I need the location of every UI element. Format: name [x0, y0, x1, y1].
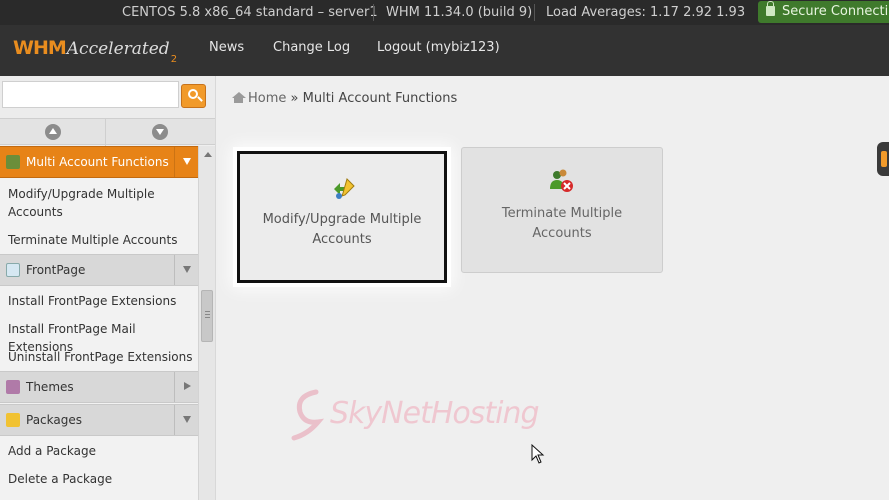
- sidebar-item-terminate-multiple-accounts[interactable]: Terminate Multiple Accounts: [8, 231, 198, 249]
- watermark-text: SkyNetHosting: [330, 396, 540, 431]
- chevron-down-icon: [174, 405, 198, 435]
- section-label: Packages: [26, 413, 82, 427]
- logo-accelerated: Accelerated: [66, 39, 170, 59]
- scroll-down-icon[interactable]: [152, 124, 168, 140]
- secure-connection-label: Secure Connection: [782, 4, 889, 19]
- sidebar-item-install-frontpage-extensions[interactable]: Install FrontPage Extensions: [8, 292, 198, 310]
- divider: [215, 76, 216, 500]
- logo-whm: WHM: [13, 37, 67, 59]
- watermark-swirl-icon: [291, 389, 325, 441]
- scroll-up-arrow-icon[interactable]: [204, 152, 212, 157]
- scrollbar-thumb[interactable]: [201, 290, 213, 342]
- chevron-down-icon: [174, 147, 198, 177]
- tile-label: Accounts: [312, 232, 372, 247]
- sidebar-section-multi-account-functions[interactable]: Multi Account Functions: [0, 146, 198, 178]
- tile-label: Accounts: [532, 226, 592, 241]
- scroll-up-icon[interactable]: [45, 124, 61, 140]
- breadcrumb-separator: »: [290, 91, 299, 106]
- search-input[interactable]: [2, 81, 179, 108]
- divider: [534, 4, 535, 21]
- os-info: CENTOS 5.8 x86_64 standard – server1: [122, 5, 378, 20]
- nav-news[interactable]: News: [209, 40, 244, 55]
- whm-logo[interactable]: WHMAccelerated2: [13, 37, 177, 67]
- watermark-logo: SkyNetHosting: [290, 388, 610, 444]
- packages-icon: [6, 413, 20, 427]
- mouse-cursor-icon: [531, 444, 545, 464]
- search-button[interactable]: [181, 84, 206, 108]
- sidebar-item-uninstall-frontpage-extensions[interactable]: Uninstall FrontPage Extensions: [8, 348, 198, 366]
- breadcrumb: Home » Multi Account Functions: [232, 91, 457, 106]
- breadcrumb-home[interactable]: Home: [248, 91, 286, 106]
- tile-label: Modify/Upgrade Multiple: [262, 212, 422, 227]
- tile-terminate-multiple-accounts[interactable]: Terminate Multiple Accounts: [461, 147, 663, 273]
- logo-version: 2: [170, 54, 178, 65]
- chevron-down-icon: [174, 255, 198, 285]
- server-info-bar: CENTOS 5.8 x86_64 standard – server1 WHM…: [0, 0, 889, 25]
- chevron-right-icon: [174, 372, 198, 402]
- sidebar-section-frontpage[interactable]: FrontPage: [0, 254, 198, 286]
- sidebar-scroll-controls: [0, 118, 215, 146]
- nav-change-log[interactable]: Change Log: [273, 40, 350, 55]
- section-label: Multi Account Functions: [26, 155, 169, 169]
- breadcrumb-current: Multi Account Functions: [302, 91, 458, 106]
- sidebar-section-themes[interactable]: Themes: [0, 371, 198, 403]
- side-panel-tab[interactable]: [877, 142, 889, 176]
- sidebar-item-modify-upgrade-multiple-accounts[interactable]: Modify/Upgrade Multiple Accounts: [8, 185, 198, 221]
- section-label: FrontPage: [26, 263, 86, 277]
- sidebar: Multi Account Functions Modify/Upgrade M…: [0, 146, 198, 500]
- divider: [373, 4, 374, 21]
- section-label: Themes: [26, 380, 74, 394]
- sidebar-section-packages[interactable]: Packages: [0, 404, 198, 436]
- load-averages: Load Averages: 1.17 2.92 1.93: [546, 5, 746, 20]
- sidebar-scrollbar[interactable]: [198, 146, 215, 500]
- tile-label: Terminate Multiple: [501, 206, 623, 221]
- whm-version: WHM 11.34.0 (build 9): [386, 5, 533, 20]
- modify-accounts-icon: [334, 178, 355, 199]
- tile-modify-upgrade-multiple-accounts[interactable]: Modify/Upgrade Multiple Accounts: [237, 151, 447, 283]
- terminate-accounts-icon: [550, 169, 573, 192]
- main-header: WHMAccelerated2 News Change Log Logout (…: [0, 25, 889, 76]
- frontpage-icon: [6, 263, 20, 277]
- lock-icon: [766, 1, 775, 16]
- sidebar-item-delete-a-package[interactable]: Delete a Package: [8, 470, 198, 488]
- home-icon: [232, 92, 246, 103]
- sidebar-item-add-a-package[interactable]: Add a Package: [8, 442, 198, 460]
- secure-connection-badge: Secure Connection: [758, 1, 889, 23]
- multi-account-icon: [6, 155, 20, 169]
- themes-icon: [6, 380, 20, 394]
- nav-logout[interactable]: Logout (mybiz123): [377, 40, 500, 55]
